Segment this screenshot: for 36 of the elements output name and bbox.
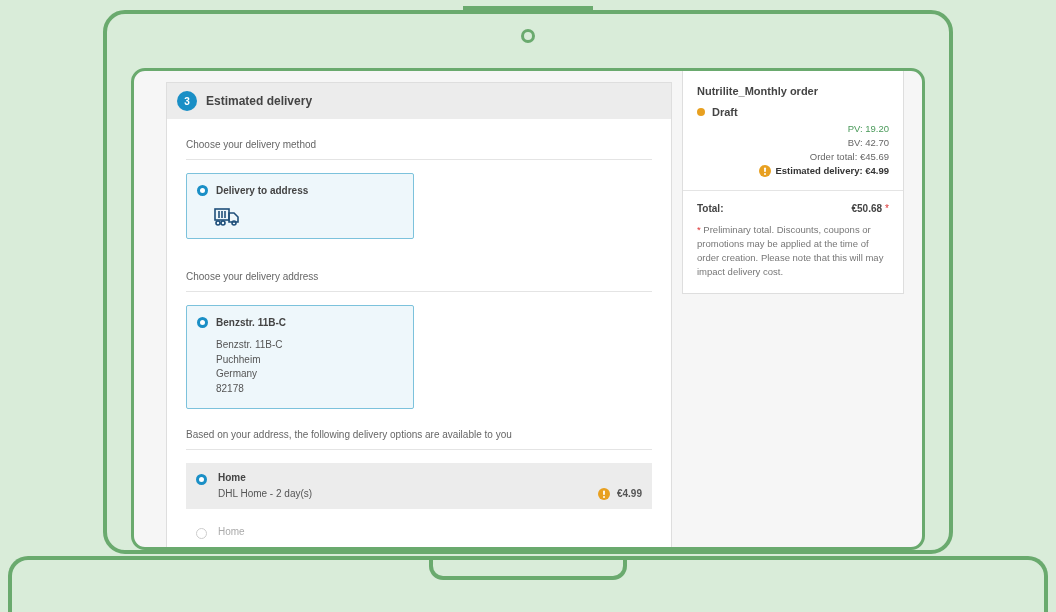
warning-icon (597, 488, 610, 500)
card-title: Benzstr. 11B-C (216, 317, 287, 328)
radio-button[interactable] (197, 317, 208, 328)
summary-figure: Estimated delivery: €4.99 (775, 164, 889, 178)
section-label: Choose your delivery address (186, 251, 652, 292)
option-detail: DHL Home - 2 day(s) (218, 488, 314, 500)
radio-button[interactable] (197, 185, 208, 196)
step-title: Estimated delivery (206, 94, 313, 108)
address-card[interactable]: Benzstr. 11B-C Benzstr. 11B-C Puchheim Germany 82178 (186, 305, 414, 409)
delivery-method-card[interactable]: Delivery to address (186, 173, 414, 239)
radio-button[interactable] (196, 474, 207, 485)
summary-figure: PV: 19.20 (847, 122, 889, 136)
address-line: Benzstr. 11B-C (216, 338, 284, 352)
option-price: €4.99 (616, 488, 642, 500)
summary-figure: Order total: €45.69 (809, 150, 889, 164)
status-label: Draft (712, 106, 738, 118)
option-name: Home (218, 526, 246, 538)
address-line: 82178 (216, 381, 245, 396)
card-title: Delivery to address (216, 185, 309, 196)
address-line: Germany (216, 367, 259, 381)
address-line: Puchheim (216, 352, 262, 367)
total-value: €50.68 (851, 203, 883, 214)
delivery-option[interactable]: Home DHL Home - 2 day(s) €4.99 (186, 463, 652, 509)
camera-icon (521, 29, 535, 43)
summary-figure: BV: 42.70 (847, 136, 889, 150)
section-label: Choose your delivery method (186, 119, 652, 160)
option-name: Home (218, 472, 247, 484)
radio-button[interactable] (196, 528, 207, 539)
preliminary-note: * Preliminary total. Discounts, coupons or promotions may be applied at the time of order creation. Please note that this will may impact delivery cost. (697, 223, 885, 279)
total-label: Total: (697, 203, 724, 214)
step-number: 3 (177, 91, 197, 111)
asterisk-mark: * (885, 203, 889, 214)
order-title: Nutrilite_Monthly order (697, 85, 819, 97)
truck-icon (214, 208, 240, 226)
section-label: Based on your address, the following delivery options are available to you (186, 409, 652, 450)
warning-icon (759, 165, 772, 177)
